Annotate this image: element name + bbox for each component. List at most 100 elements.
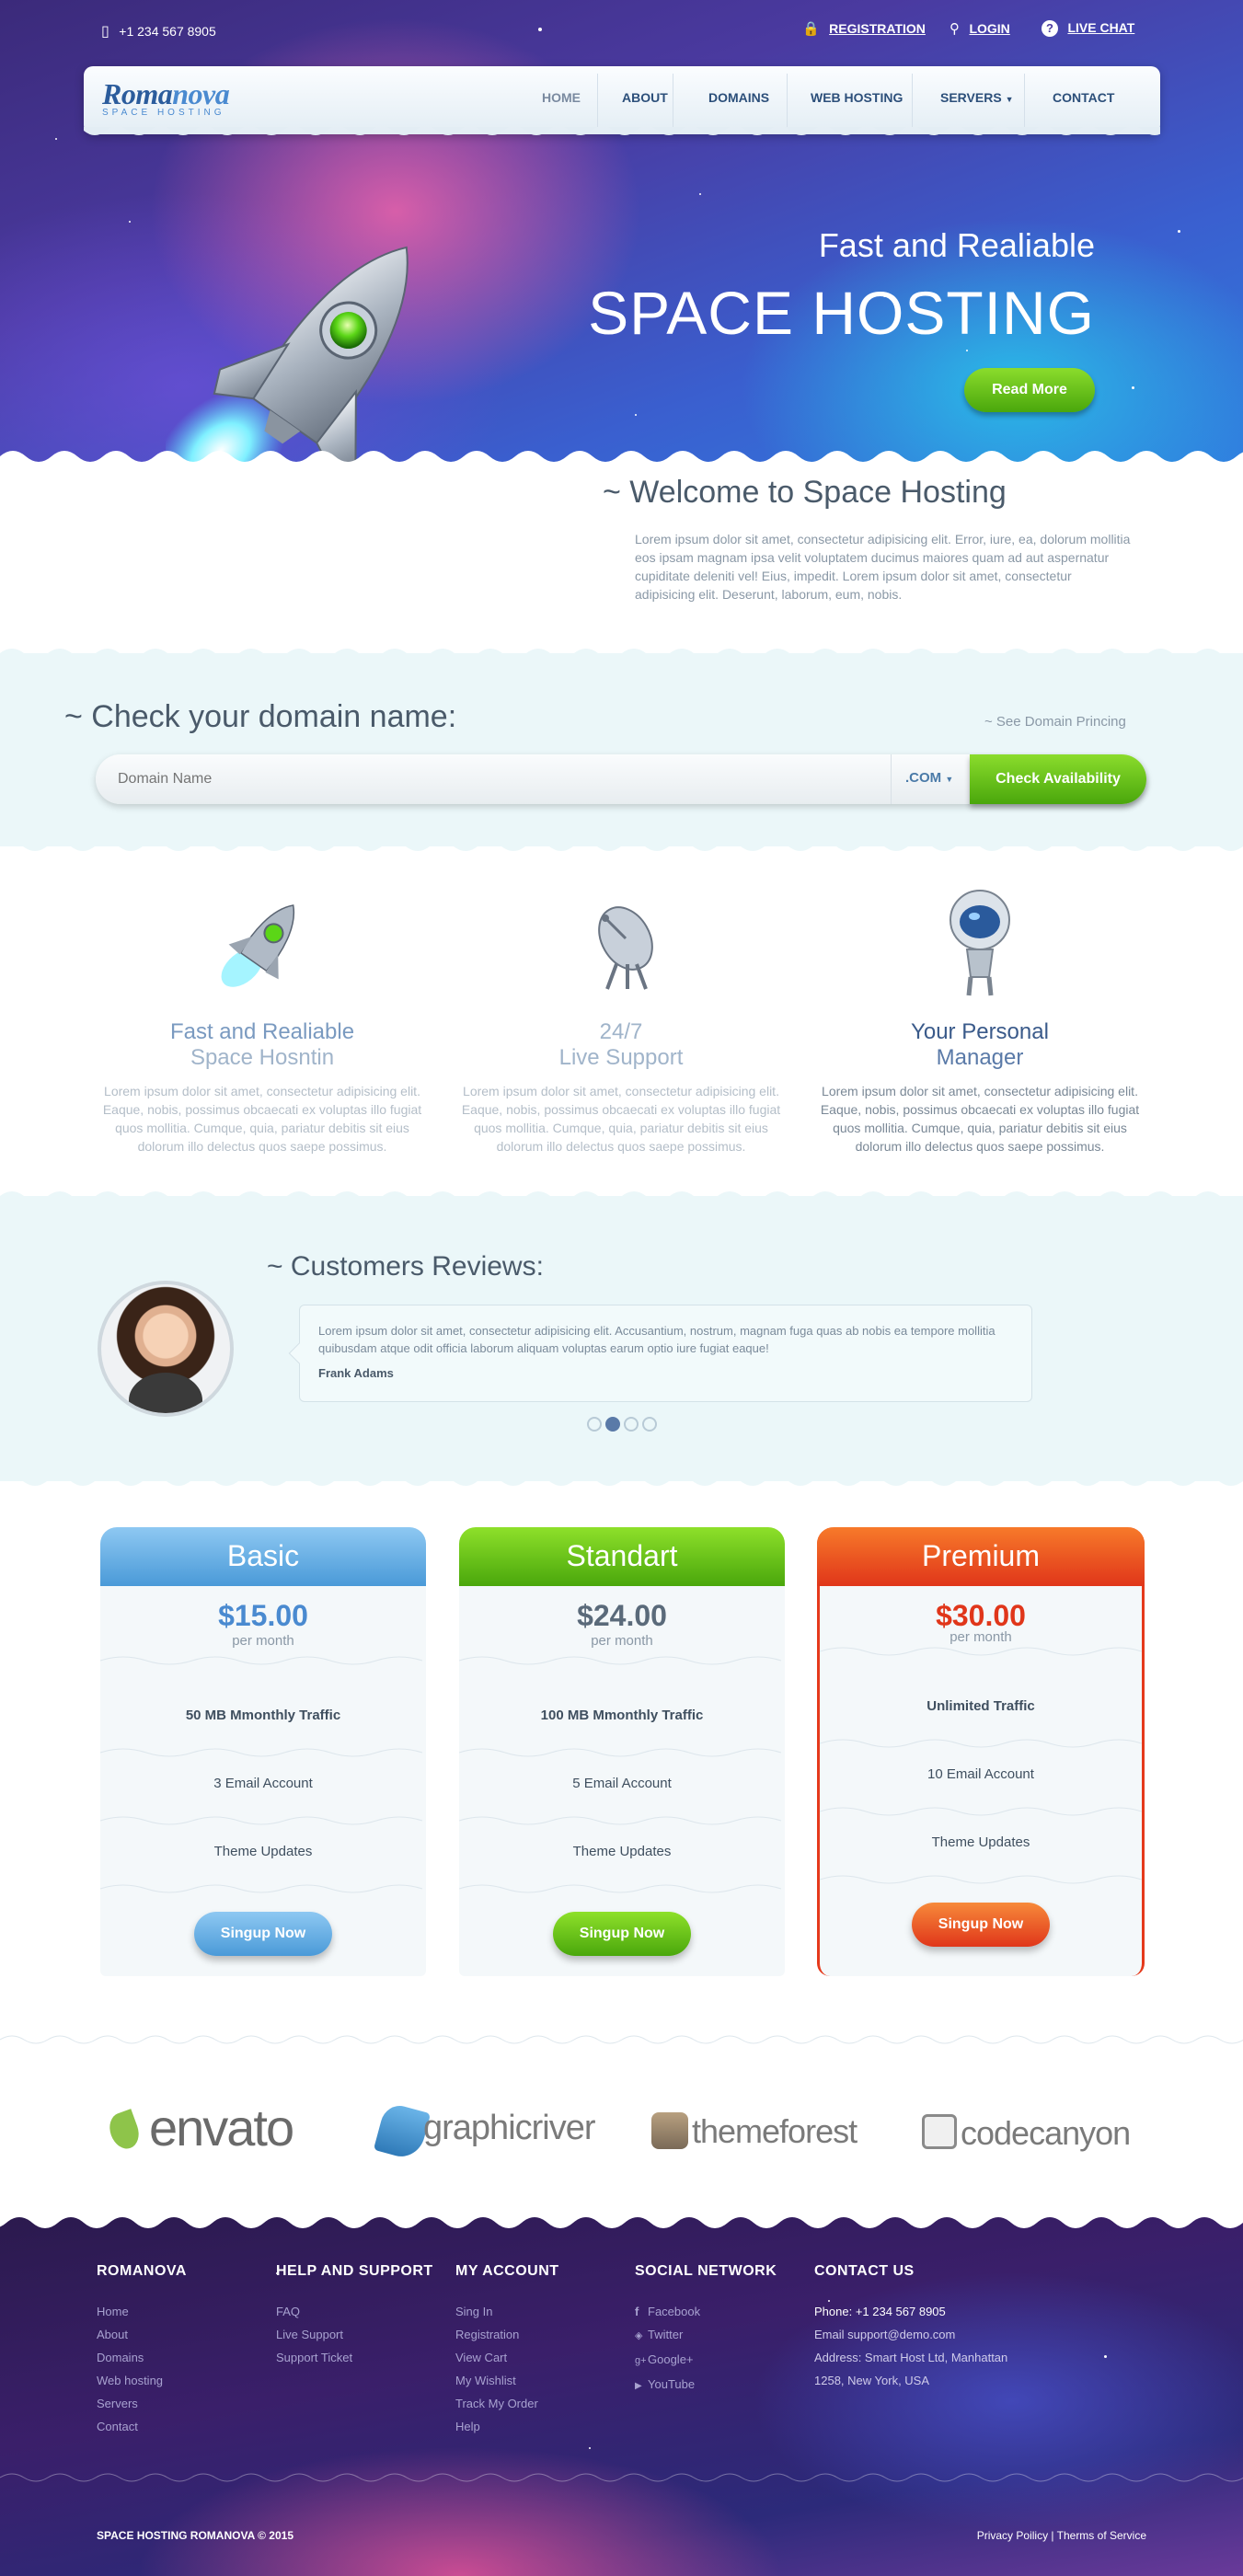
feature-title: Fast and Realiable [169, 1019, 355, 1044]
read-more-button[interactable]: Read More [964, 368, 1095, 412]
footer-link-home[interactable]: Home [97, 2300, 187, 2323]
footer-col-social: SOCIAL NETWORK f Facebook ◈ Twitter g+Goog… [635, 2263, 777, 2398]
plan-price: $30.00 [936, 1599, 1026, 1632]
hero-wave-edge [0, 451, 1243, 478]
footer: ROMANOVA Home About Domains Web hosting … [0, 2217, 1243, 2576]
footer-link-registration[interactable]: Registration [455, 2323, 559, 2346]
footer-link-servers[interactable]: Servers [97, 2392, 187, 2415]
logo-tagline: SPACE HOSTING [102, 108, 225, 118]
footer-link-wishlist[interactable]: My Wishlist [455, 2369, 559, 2392]
footer-link-googleplus[interactable]: g+Google+ [635, 2348, 777, 2373]
footer-link-domains[interactable]: Domains [97, 2346, 187, 2369]
plan-name: Premium [817, 1527, 1145, 1586]
feature-title: Your Personal [911, 1019, 1049, 1044]
footer-link-about[interactable]: About [97, 2323, 187, 2346]
signup-button[interactable]: Singup Now [553, 1912, 691, 1956]
domain-pricing-link[interactable]: ~ See Domain Princing [984, 714, 1126, 730]
plan-traffic: 50 MB Mmonthly Traffic [185, 1708, 341, 1723]
feature-subtitle: Manager [936, 1045, 1024, 1070]
nav-servers[interactable]: SERVERS ▼ [940, 90, 1013, 105]
footer-email[interactable]: Email support@demo.com [814, 2323, 1007, 2346]
footer-link-support-ticket[interactable]: Support Ticket [276, 2346, 433, 2369]
review-card: Lorem ipsum dolor sit amet, consectetur … [288, 1305, 1032, 1402]
plan-traffic: 100 MB Mmonthly Traffic [540, 1708, 704, 1723]
pagination-dot[interactable] [587, 1417, 602, 1432]
leaf-badge-icon [651, 2112, 688, 2149]
live-chat-link[interactable]: LIVE CHAT [1067, 20, 1134, 35]
review-text: Lorem ipsum dolor sit amet, consectetur … [318, 1324, 996, 1355]
login-link[interactable]: LOGIN [969, 21, 1009, 36]
phone-icon: ▯ [101, 24, 109, 40]
pagination-dot[interactable] [624, 1417, 639, 1432]
footer-link-youtube[interactable]: ▶ YouTube [635, 2373, 777, 2398]
caret-down-icon: ▼ [945, 775, 954, 784]
footer-link-twitter[interactable]: ◈ Twitter [635, 2323, 777, 2348]
plan-name: Basic [100, 1527, 426, 1586]
footer-divider [0, 2473, 1243, 2482]
help-icon: ? [1042, 20, 1058, 37]
registration-link[interactable]: REGISTRATION [829, 21, 926, 36]
domain-name-input[interactable] [118, 754, 964, 804]
plan-price: $24.00 [577, 1599, 667, 1632]
check-availability-button[interactable]: Check Availability [970, 754, 1146, 804]
plan-name: Standart [459, 1527, 785, 1586]
footer-link-help[interactable]: Help [455, 2415, 559, 2438]
feature-text: Lorem ipsum dolor sit amet, consectetur … [820, 1084, 1140, 1154]
google-plus-icon: g+ [635, 2355, 647, 2366]
welcome-title: ~ Welcome to Space Hosting [603, 475, 1007, 510]
footer-heading: HELP AND SUPPORT [276, 2263, 433, 2279]
chameleon-icon [922, 2114, 957, 2149]
plan-period: per month [232, 1633, 294, 1649]
pagination-dot[interactable] [642, 1417, 657, 1432]
partner-name: envato [149, 2099, 294, 2156]
footer-col-romanova: ROMANOVA Home About Domains Web hosting … [97, 2263, 187, 2438]
privacy-terms-links[interactable]: Privacy Poilicy | Therms of Service [966, 2529, 1146, 2542]
logo[interactable]: Romanova SPACE HOSTING [102, 77, 230, 118]
customer-avatar [98, 1281, 234, 1417]
nav-about[interactable]: ABOUT [622, 90, 668, 105]
footer-link-view-cart[interactable]: View Cart [455, 2346, 559, 2369]
section-divider [0, 2035, 1243, 2044]
domain-search-bar: .COM ▼ Check Availability [96, 754, 1146, 804]
plan-updates: Theme Updates [213, 1844, 313, 1859]
footer-link-web-hosting[interactable]: Web hosting [97, 2369, 187, 2392]
pricing-card-basic: Basic $15.00 per month 50 MB Mmonthly Tr… [100, 1527, 426, 1976]
nav-web-hosting[interactable]: WEB HOSTING [811, 90, 903, 105]
footer-link-contact[interactable]: Contact [97, 2415, 187, 2438]
plan-price: $15.00 [218, 1599, 308, 1632]
plan-updates: Theme Updates [931, 1834, 1030, 1850]
cloud-edge [84, 127, 1160, 135]
lock-icon: 🔒 [802, 21, 820, 37]
reviews-section: ~ Customers Reviews: Lorem ipsum dolor s… [0, 1191, 1243, 1486]
footer-heading: ROMANOVA [97, 2263, 187, 2279]
footer-link-faq[interactable]: FAQ [276, 2300, 433, 2323]
hero-title: SPACE HOSTING [588, 279, 1095, 347]
footer-address-city: 1258, New York, USA [814, 2374, 930, 2387]
partner-name: codecanyon [961, 2114, 1131, 2152]
nav-home[interactable]: HOME [542, 90, 581, 105]
satellite-dish-icon [598, 906, 653, 990]
caret-down-icon: ▼ [1005, 95, 1014, 104]
hero-subtitle: Fast and Realiable [818, 226, 1095, 264]
footer-heading: MY ACCOUNT [455, 2263, 559, 2279]
plan-period: per month [591, 1633, 653, 1649]
footer-link-live-support[interactable]: Live Support [276, 2323, 433, 2346]
tld-select[interactable]: .COM ▼ [905, 770, 953, 786]
footer-phone: Phone: +1 234 567 8905 [814, 2305, 946, 2318]
hero-section: ▯ +1 234 567 8905 🔒 REGISTRATION ⚲ LOGIN… [0, 0, 1243, 478]
feature-title: 24/7 [599, 1019, 643, 1044]
footer-link-facebook[interactable]: f Facebook [635, 2300, 777, 2323]
footer-link-sign-in[interactable]: Sing In [455, 2300, 559, 2323]
footer-address: Address: Smart Host Ltd, Manhattan [814, 2351, 1008, 2364]
signup-button[interactable]: Singup Now [912, 1903, 1050, 1947]
pagination-dot[interactable] [605, 1417, 620, 1432]
fish-icon [373, 2101, 432, 2162]
review-author: Frank Adams [318, 1366, 394, 1380]
nav-domains[interactable]: DOMAINS [708, 90, 769, 105]
footer-link-track-order[interactable]: Track My Order [455, 2392, 559, 2415]
youtube-icon: ▶ [635, 2381, 642, 2391]
signup-button[interactable]: Singup Now [194, 1912, 332, 1956]
feature-subtitle: Live Support [558, 1045, 684, 1070]
nav-contact[interactable]: CONTACT [1053, 90, 1114, 105]
footer-heading: CONTACT US [814, 2263, 915, 2279]
